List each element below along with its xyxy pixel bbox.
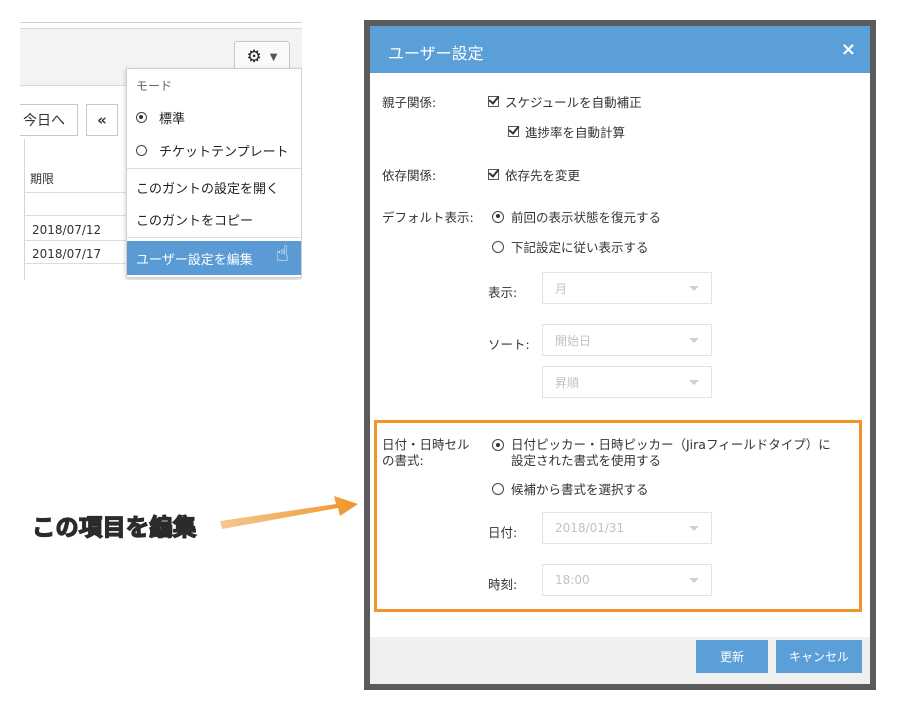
radio-label-line: 設定された書式を使用する: [511, 453, 662, 468]
user-settings-dialog: ユーザー設定 × 親子関係: スケジュールを自動補正 進捗率を自動計算 依存関係…: [370, 26, 870, 684]
radio-selected-icon: [492, 210, 504, 223]
close-icon[interactable]: ×: [841, 39, 856, 60]
display-select[interactable]: 月: [542, 272, 712, 304]
radio-label: 日付ピッカー・日時ピッカー（Jiraフィールドタイプ）に 設定された書式を使用す…: [511, 437, 831, 469]
chevron-down-icon: [689, 338, 699, 343]
checkbox-label: 進捗率を自動計算: [525, 125, 626, 140]
datetime-format-label-line: の書式:: [382, 453, 424, 468]
default-display-label: デフォルト表示:: [382, 210, 474, 225]
radio-selected-icon: [492, 439, 504, 451]
dependency-label: 依存関係:: [382, 168, 437, 183]
checkbox-checked-icon: [508, 126, 519, 137]
update-button[interactable]: 更新: [696, 640, 768, 673]
chevron-down-icon: [689, 578, 699, 583]
select-value: 月: [555, 281, 568, 296]
datetime-format-label: 日付・日時セル の書式:: [382, 437, 470, 469]
annotation-label: この項目を編集: [31, 514, 197, 542]
sort-label: ソート:: [488, 337, 530, 352]
auto-adjust-schedule-checkbox[interactable]: スケジュールを自動補正: [488, 92, 642, 111]
time-format-select[interactable]: 18:00: [542, 564, 712, 596]
choose-format-radio[interactable]: 候補から書式を選択する: [492, 479, 649, 498]
radio-label: 下記設定に従い表示する: [511, 240, 649, 255]
parent-child-label: 親子関係:: [382, 95, 437, 110]
checkbox-checked-icon: [488, 169, 499, 180]
dialog-title: ユーザー設定: [388, 44, 484, 63]
sort-field-select[interactable]: 開始日: [542, 324, 712, 356]
cancel-button[interactable]: キャンセル: [776, 640, 862, 673]
change-dependency-checkbox[interactable]: 依存先を変更: [488, 165, 580, 184]
chevron-down-icon: [689, 526, 699, 531]
select-value: 開始日: [555, 333, 592, 348]
chevron-down-icon: [689, 380, 699, 385]
radio-label: 候補から書式を選択する: [511, 482, 649, 497]
radio-label-line: 日付ピッカー・日時ピッカー（Jiraフィールドタイプ）に: [511, 437, 831, 452]
restore-previous-radio[interactable]: 前回の表示状態を復元する: [492, 207, 661, 226]
select-value: 昇順: [555, 375, 580, 390]
radio-unselected-icon: [492, 240, 504, 253]
date-format-select[interactable]: 2018/01/31: [542, 512, 712, 544]
dialog-titlebar: ユーザー設定 ×: [370, 26, 870, 73]
checkbox-label: スケジュールを自動補正: [505, 95, 642, 110]
display-label: 表示:: [488, 285, 518, 300]
chevron-down-icon: [689, 286, 699, 291]
use-settings-below-radio[interactable]: 下記設定に従い表示する: [492, 237, 649, 256]
checkbox-label: 依存先を変更: [505, 168, 581, 183]
time-format-label: 時刻:: [488, 577, 518, 592]
sort-order-select[interactable]: 昇順: [542, 366, 712, 398]
radio-label: 前回の表示状態を復元する: [511, 210, 662, 225]
use-picker-format-radio[interactable]: 日付ピッカー・日時ピッカー（Jiraフィールドタイプ）に 設定された書式を使用す…: [492, 437, 831, 469]
select-value: 18:00: [555, 573, 590, 587]
radio-unselected-icon: [492, 482, 504, 495]
auto-calc-progress-checkbox[interactable]: 進捗率を自動計算: [508, 122, 625, 141]
checkbox-checked-icon: [488, 96, 499, 107]
select-value: 2018/01/31: [555, 521, 625, 535]
datetime-format-label-line: 日付・日時セル: [382, 437, 470, 452]
date-format-label: 日付:: [488, 525, 518, 540]
